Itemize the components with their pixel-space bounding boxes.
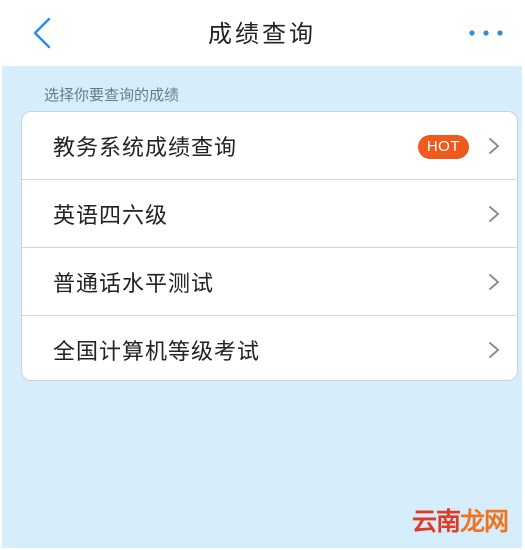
list-item-label: 英语四六级 [53,203,169,229]
list-item-academic-system-scores[interactable]: 教务系统成绩查询 HOT [22,112,517,180]
watermark-logo: 云南龙网 [411,502,509,538]
chevron-right-icon [489,206,499,222]
page-title: 成绩查询 [208,20,316,48]
list-item-label: 普通话水平测试 [53,271,215,297]
list-item-computer-rank-exam[interactable]: 全国计算机等级考试 [22,316,517,380]
hot-badge: HOT [417,135,469,159]
list-item-label: 教务系统成绩查询 [53,135,238,161]
app-screen: 成绩查询 选择你要查询的成绩 教务系统成绩查询 HOT 英语四六级 普通话水平测… [2,0,522,548]
watermark-part-2: 龙网 [459,507,509,536]
watermark-part-1: 云南 [411,507,461,536]
chevron-right-icon [489,138,499,154]
chevron-right-icon [489,342,499,358]
list-item-label: 全国计算机等级考试 [53,339,261,365]
score-type-list: 教务系统成绩查询 HOT 英语四六级 普通话水平测试 全国计算机等级考试 [21,111,518,381]
content-area: 选择你要查询的成绩 教务系统成绩查询 HOT 英语四六级 普通话水平测试 全国计… [2,66,522,548]
more-horizontal-icon [469,30,503,36]
more-button[interactable] [466,18,506,48]
list-item-mandarin-test[interactable]: 普通话水平测试 [22,248,517,316]
chevron-right-icon [489,274,499,290]
list-item-cet-4-6[interactable]: 英语四六级 [22,180,517,248]
navigation-bar: 成绩查询 [2,0,522,66]
section-label: 选择你要查询的成绩 [44,86,180,104]
